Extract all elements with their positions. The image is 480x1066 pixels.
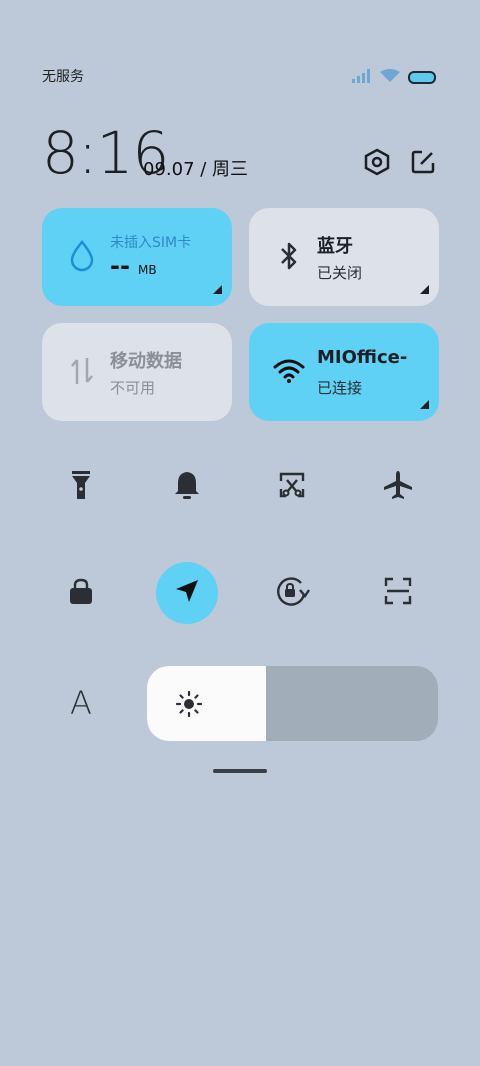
water-drop-icon: [66, 238, 98, 274]
sun-icon: [175, 690, 203, 722]
mobile-data-title: 移动数据: [110, 351, 182, 372]
wifi-network-name: MIOffice-: [317, 347, 408, 368]
screenshot-icon: [278, 471, 306, 503]
airplane-icon: [382, 469, 414, 505]
tile-wifi[interactable]: MIOffice- 已连接: [249, 323, 439, 421]
auto-brightness-toggle[interactable]: A: [50, 672, 112, 734]
tile-bluetooth[interactable]: 蓝牙 已关闭: [249, 208, 439, 306]
settings-button[interactable]: [362, 148, 392, 180]
location-toggle[interactable]: [156, 562, 218, 624]
brightness-slider[interactable]: [147, 666, 438, 741]
flashlight-toggle[interactable]: [50, 456, 112, 518]
date-label: 09.07 / 周三: [143, 159, 249, 180]
expand-corner-icon: [420, 400, 429, 409]
settings-icon: [364, 148, 390, 180]
auto-brightness-label: A: [70, 684, 92, 722]
rotation-lock-toggle[interactable]: [261, 562, 323, 624]
lock-icon: [68, 577, 94, 609]
location-icon: [174, 578, 200, 608]
data-usage-value: --: [110, 252, 130, 280]
carrier-label: 无服务: [42, 69, 84, 85]
mobile-data-status: 不可用: [110, 379, 156, 397]
bell-icon: [174, 470, 200, 504]
expand-corner-icon: [213, 285, 222, 294]
screenshot-toggle[interactable]: [261, 456, 323, 518]
expand-corner-icon: [420, 285, 429, 294]
data-usage-title: 未插入SIM卡: [110, 235, 192, 251]
scan-toggle[interactable]: [367, 562, 429, 624]
flashlight-icon: [71, 470, 91, 504]
wifi-icon: [273, 353, 305, 389]
data-usage-unit: MB: [138, 263, 157, 277]
lock-screen-toggle[interactable]: [50, 562, 112, 624]
drag-handle[interactable]: [213, 769, 267, 773]
silent-toggle[interactable]: [156, 456, 218, 518]
bluetooth-icon: [273, 238, 305, 274]
bluetooth-status: 已关闭: [317, 264, 363, 282]
rotation-lock-icon: [274, 574, 310, 612]
tile-mobile-data[interactable]: 移动数据 不可用: [42, 323, 232, 421]
airplane-mode-toggle[interactable]: [367, 456, 429, 518]
brightness-slider-fill: [147, 666, 267, 741]
battery-icon: [408, 71, 436, 84]
wifi-status: 已连接: [317, 379, 363, 397]
edit-icon: [410, 149, 436, 179]
status-icons: [352, 68, 436, 87]
bluetooth-title: 蓝牙: [317, 236, 353, 257]
wifi-icon: [380, 68, 400, 87]
edit-button[interactable]: [408, 149, 438, 179]
tile-data-usage[interactable]: 未插入SIM卡 -- MB: [42, 208, 232, 306]
signal-icon: [352, 68, 372, 87]
scan-icon: [384, 577, 412, 609]
data-arrows-icon: [66, 353, 98, 389]
